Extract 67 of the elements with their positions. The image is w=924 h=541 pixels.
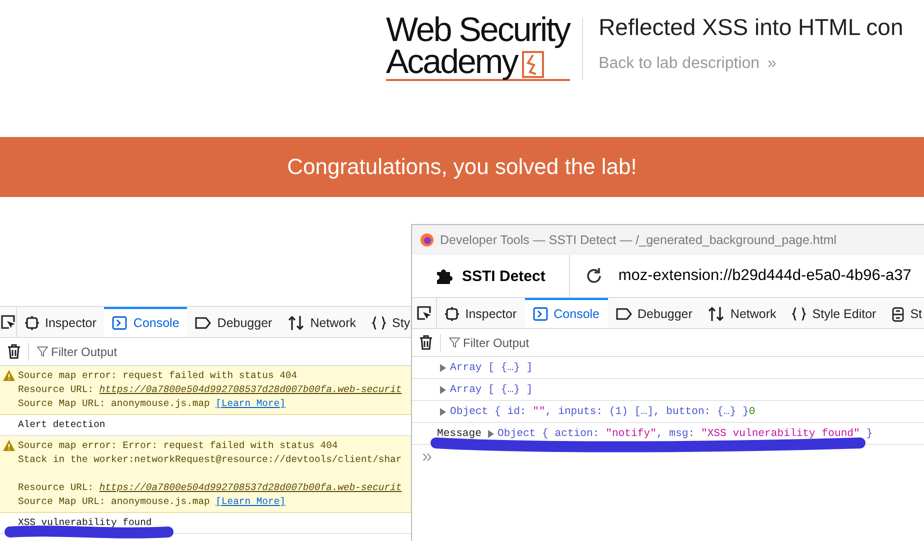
devtools-tab[interactable]: St xyxy=(884,298,924,328)
console-text: Alert detection xyxy=(18,418,106,432)
console-object: Object { id: "", inputs: (1) […], button: {…} }0 xyxy=(450,406,756,418)
console-text: Source Map URL: anonymouse.js.map [Learn More] xyxy=(18,495,286,509)
devtools-tab[interactable]: Style Editor xyxy=(784,298,884,328)
devtools-tab[interactable]: Network xyxy=(280,307,364,337)
trash-icon[interactable] xyxy=(8,344,20,359)
banner-text: Congratulations, you solved the lab! xyxy=(287,154,637,180)
console-text: Resource URL: https://0a7800e504d992708537d28d007b00fa.web-securit xyxy=(18,481,403,495)
console-icon xyxy=(532,307,548,321)
inspector-icon xyxy=(25,316,39,330)
inspector-icon xyxy=(445,307,460,321)
debugger-icon xyxy=(616,308,632,320)
expand-arrow-icon[interactable] xyxy=(440,364,446,372)
logo-text: Web Security xyxy=(386,14,570,46)
warning-icon xyxy=(3,370,15,381)
devtools-tab[interactable]: Console xyxy=(524,298,608,328)
console-icon xyxy=(112,316,128,330)
network-icon xyxy=(708,306,724,322)
devtools-tab[interactable]: Network xyxy=(700,298,784,328)
filter-icon xyxy=(37,346,48,357)
expand-arrow-icon[interactable] xyxy=(440,408,446,416)
debugger-icon xyxy=(195,317,212,329)
element-picker-icon[interactable] xyxy=(416,305,432,321)
warning-icon xyxy=(3,440,15,451)
learn-more-link[interactable]: [Learn More] xyxy=(216,496,286,507)
console-entry[interactable]: Message Object { action: "notify", msg: "XSS vulnerability found" } xyxy=(412,423,924,445)
extension-url: moz-extension://b29d444d-e5a0-4b96-a37 xyxy=(618,267,912,285)
console-entry[interactable]: Array [ {…} ] xyxy=(412,379,924,401)
devtools-tab[interactable]: Inspector xyxy=(17,307,104,337)
console-entry[interactable]: Array [ {…} ] xyxy=(412,357,924,379)
lightning-icon xyxy=(521,48,546,78)
network-icon xyxy=(288,315,304,331)
filter-field[interactable]: Filter Output xyxy=(35,344,253,360)
devtools-tab[interactable]: Inspector xyxy=(437,298,525,328)
console-object: Object { action: "notify", msg: "XSS vulnerability found" } xyxy=(498,428,873,440)
devtools-tab[interactable]: Console xyxy=(104,307,188,337)
element-picker-icon[interactable] xyxy=(0,314,16,330)
learn-more-link[interactable]: [Learn More] xyxy=(216,398,286,409)
braces-icon xyxy=(792,307,806,321)
message-label: Message xyxy=(437,428,482,440)
console-text: XSS vulnerability found xyxy=(18,516,153,530)
console-text: Resource URL: https://0a7800e504d992708537d28d007b00fa.web-securit xyxy=(18,383,403,397)
devtools-tab[interactable]: Debugger xyxy=(187,307,280,337)
console-text: Stack in the worker:networkRequest@resource://devtools/client/shar xyxy=(18,453,403,467)
expand-arrow-icon[interactable] xyxy=(440,386,446,394)
console-text: Source map error: Error: request failed with status 404 xyxy=(18,439,339,453)
browser-logo-icon xyxy=(420,233,434,247)
extension-name: SSTI Detect xyxy=(412,255,570,297)
console-entry[interactable]: Object { id: "", inputs: (1) […], button: {…} }0 xyxy=(412,401,924,423)
puzzle-icon xyxy=(436,267,454,285)
storage-icon xyxy=(892,306,904,322)
console-object: Array [ {…} ] xyxy=(450,384,533,396)
window-title: Developer Tools — SSTI Detect — /_generated_background_page.html xyxy=(440,233,837,247)
lab-title: Reflected XSS into HTML con xyxy=(598,14,904,41)
console-object: Array [ {…} ] xyxy=(450,362,533,374)
braces-icon xyxy=(372,316,386,330)
trash-icon[interactable] xyxy=(420,335,432,350)
console-text: Source map error: request failed with status 404 xyxy=(18,369,298,383)
devtools-tab[interactable]: Sty xyxy=(364,307,412,337)
devtools-tab[interactable]: Debugger xyxy=(608,298,700,328)
expand-arrow-icon[interactable] xyxy=(488,430,494,438)
filter-field[interactable]: Filter Output xyxy=(447,334,665,350)
filter-icon xyxy=(449,337,460,348)
logo-text: Academy xyxy=(386,46,518,78)
academy-logo[interactable]: Web Security Academy xyxy=(386,14,570,81)
console-text: Source Map URL: anonymouse.js.map [Learn More] xyxy=(18,397,286,411)
